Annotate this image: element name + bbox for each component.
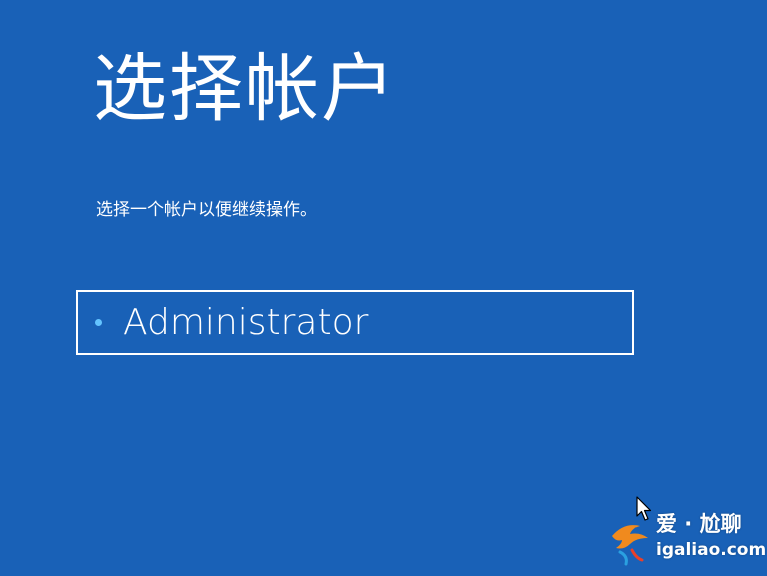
bird-logo-icon [612,525,648,566]
watermark-brand-text: 爱 · 尬聊 [656,512,742,536]
page-subtitle: 选择一个帐户以便继续操作。 [96,200,317,220]
watermark-url-text: igaliao.com [656,540,767,560]
account-name: Administrator [123,301,369,343]
page-title: 选择帐户 [93,46,397,132]
account-bullet-icon [95,319,102,326]
account-list-item-administrator[interactable]: Administrator [76,290,634,355]
site-watermark: 爱 · 尬聊 igaliao.com [606,502,766,572]
